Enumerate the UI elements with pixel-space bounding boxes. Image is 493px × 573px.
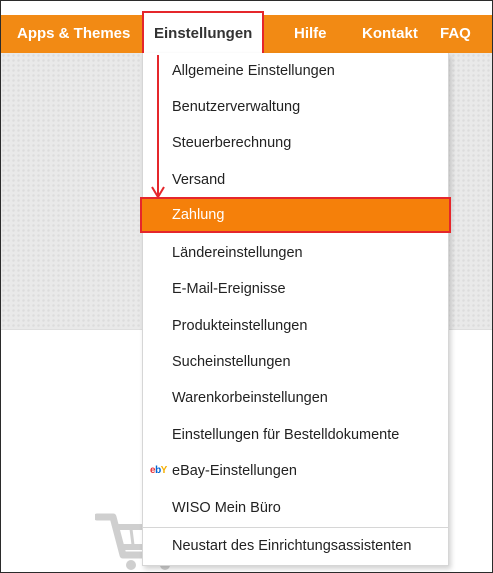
menu-item-neustart-einrichtungsassistent[interactable]: Neustart des Einrichtungsassistenten (143, 527, 448, 563)
menu-item-benutzerverwaltung[interactable]: Benutzerverwaltung (143, 89, 448, 125)
ebay-icon: ebY (150, 465, 167, 476)
menu-item-label: Produkteinstellungen (172, 318, 308, 334)
menu-item-e-mail-ereignisse[interactable]: E-Mail-Ereignisse (143, 271, 448, 307)
menu-item-zahlung[interactable]: Zahlung (140, 197, 451, 233)
menu-item-label: Allgemeine Einstellungen (172, 63, 335, 79)
menu-item-steuerberechnung[interactable]: Steuerberechnung (143, 125, 448, 161)
menu-item-wiso-mein-buero[interactable]: WISO Mein Büro (143, 490, 448, 526)
screenshot-frame: Apps & Themes Einstellungen Hilfe Kontak… (0, 0, 493, 573)
main-navigation: Apps & Themes Einstellungen Hilfe Kontak… (1, 11, 492, 57)
menu-item-allgemeine-einstellungen[interactable]: Allgemeine Einstellungen (143, 53, 448, 89)
menu-item-label: Ländereinstellungen (172, 245, 303, 261)
nav-einstellungen[interactable]: Einstellungen (142, 11, 265, 57)
annotation-arrow-icon (151, 55, 165, 199)
menu-item-label: Sucheinstellungen (172, 354, 291, 370)
menu-item-label: Warenkorbeinstellungen (172, 390, 328, 406)
menu-item-produkteinstellungen[interactable]: Produkteinstellungen (143, 308, 448, 344)
einstellungen-dropdown-menu: Allgemeine Einstellungen Benutzerverwalt… (140, 53, 451, 566)
menu-item-label: Einstellungen für Bestelldokumente (172, 427, 400, 443)
menu-item-bestelldokumente[interactable]: Einstellungen für Bestelldokumente (143, 417, 448, 453)
menu-item-laendereinstellungen[interactable]: Ländereinstellungen (143, 235, 448, 271)
nav-faq[interactable]: FAQ (440, 15, 471, 53)
menu-item-warenkorbeinstellungen[interactable]: Warenkorbeinstellungen (143, 380, 448, 416)
menu-item-label: Benutzerverwaltung (172, 99, 301, 115)
nav-kontakt[interactable]: Kontakt (362, 15, 418, 53)
menu-item-ebay-einstellungen[interactable]: ebY eBay-Einstellungen (143, 453, 448, 489)
menu-item-label: Neustart des Einrichtungsassistenten (172, 538, 412, 554)
menu-item-label: E-Mail-Ereignisse (172, 281, 286, 297)
menu-item-label: Versand (172, 172, 226, 188)
menu-item-label: eBay-Einstellungen (172, 463, 297, 479)
menu-item-label: WISO Mein Büro (172, 500, 281, 516)
nav-apps-themes[interactable]: Apps & Themes (17, 15, 130, 53)
menu-item-label: Zahlung (172, 207, 225, 223)
menu-item-versand[interactable]: Versand (143, 162, 448, 198)
nav-hilfe[interactable]: Hilfe (294, 15, 327, 53)
menu-item-sucheinstellungen[interactable]: Sucheinstellungen (143, 344, 448, 380)
menu-item-label: Steuerberechnung (172, 135, 292, 151)
